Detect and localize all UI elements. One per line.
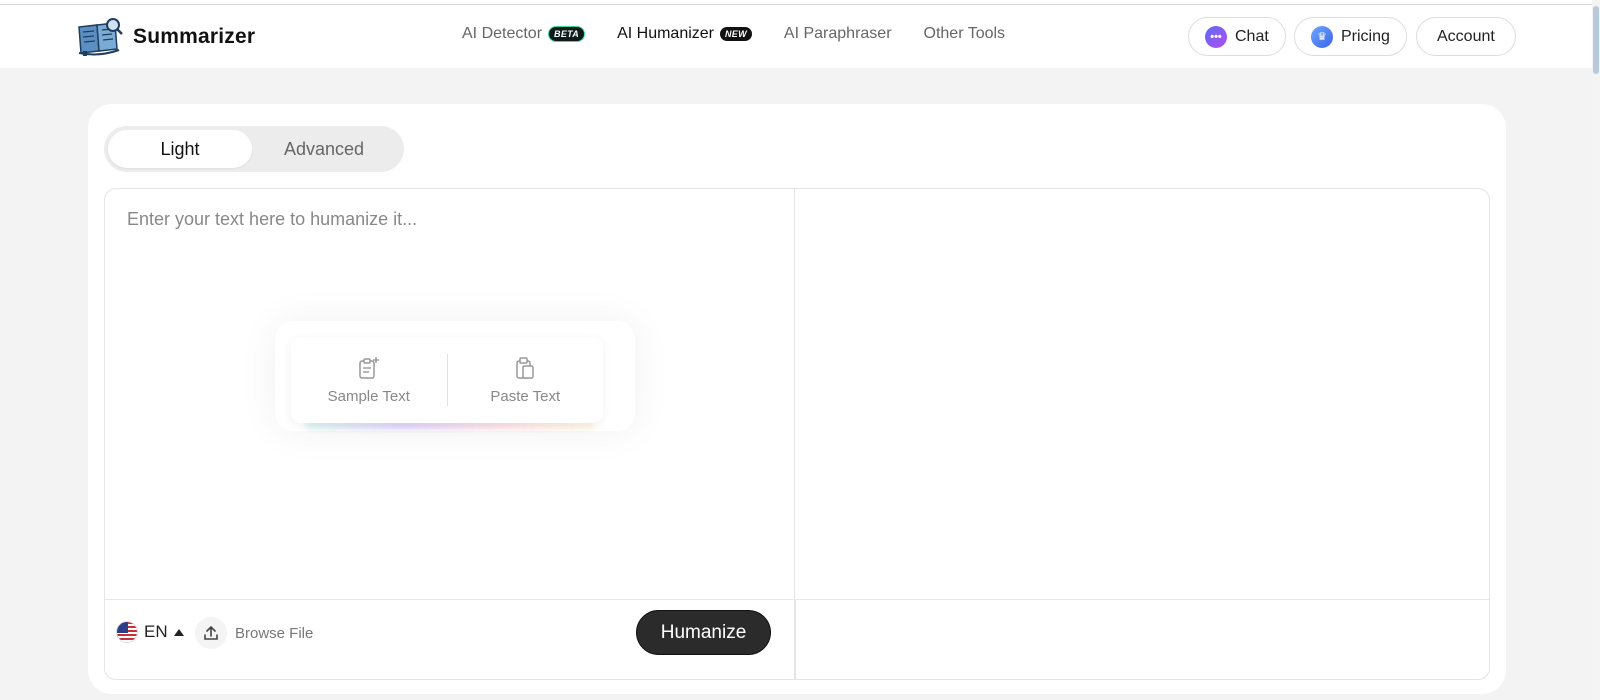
editor-panel: Sample Text Paste Text — [104, 188, 1490, 680]
sample-text-label: Sample Text — [327, 387, 410, 405]
chat-label: Chat — [1235, 27, 1269, 45]
brand-logo[interactable]: Summarizer — [75, 17, 255, 57]
nav-other-tools[interactable]: Other Tools — [924, 25, 1006, 43]
sample-text-icon — [359, 356, 379, 379]
mode-light-option[interactable]: Light — [108, 130, 252, 168]
caret-up-icon — [173, 628, 184, 636]
quick-actions: Sample Text Paste Text — [291, 337, 603, 423]
nav-other-tools-label: Other Tools — [923, 25, 1006, 42]
humanize-button[interactable]: Humanize — [636, 610, 771, 655]
language-code: EN — [144, 622, 168, 641]
editor-bottom-bar: EN Browse File Humanize — [105, 599, 1489, 679]
paste-text-button[interactable]: Paste Text — [448, 337, 604, 423]
upload-icon — [195, 617, 227, 649]
browse-file-label: Browse File — [235, 624, 314, 642]
site-header: Summarizer AI Detector BETA AI Humanizer… — [0, 5, 1592, 68]
main-nav: AI Detector BETA AI Humanizer NEW AI Par… — [462, 25, 1037, 43]
nav-ai-humanizer[interactable]: AI Humanizer NEW — [617, 25, 752, 43]
page-scrollbar[interactable] — [1592, 0, 1600, 700]
us-flag-icon — [116, 621, 138, 643]
mode-toggle: Light Advanced — [104, 126, 404, 172]
pricing-label: Pricing — [1341, 27, 1390, 45]
mode-advanced-option[interactable]: Advanced — [252, 130, 396, 168]
chat-button[interactable]: ••• Chat — [1188, 17, 1286, 56]
account-button[interactable]: Account — [1416, 17, 1516, 56]
nav-ai-detector-label: AI Detector — [462, 25, 543, 42]
page-scrollbar-thumb[interactable] — [1593, 6, 1599, 74]
paste-clipboard-icon — [516, 356, 534, 379]
nav-ai-detector[interactable]: AI Detector BETA — [462, 25, 586, 43]
open-book-magnifier-icon — [78, 18, 123, 56]
humanizer-card: Light Advanced Sample Text — [88, 104, 1506, 694]
sample-text-button[interactable]: Sample Text — [291, 337, 447, 423]
crown-icon: ♛ — [1311, 25, 1333, 48]
nav-ai-humanizer-label: AI Humanizer — [617, 25, 714, 42]
beta-badge: BETA — [548, 26, 586, 42]
account-label: Account — [1437, 27, 1495, 45]
new-badge: NEW — [720, 27, 752, 41]
language-selector[interactable]: EN — [116, 621, 184, 643]
pricing-button[interactable]: ♛ Pricing — [1294, 17, 1407, 56]
bottom-bar-divider — [795, 600, 796, 679]
browse-file-button[interactable]: Browse File — [195, 617, 313, 649]
brand-name: Summarizer — [133, 25, 256, 48]
paste-text-label: Paste Text — [490, 387, 561, 405]
chat-bubble-icon: ••• — [1205, 25, 1227, 48]
nav-ai-paraphraser[interactable]: AI Paraphraser — [784, 25, 892, 43]
nav-ai-paraphraser-label: AI Paraphraser — [783, 25, 892, 42]
